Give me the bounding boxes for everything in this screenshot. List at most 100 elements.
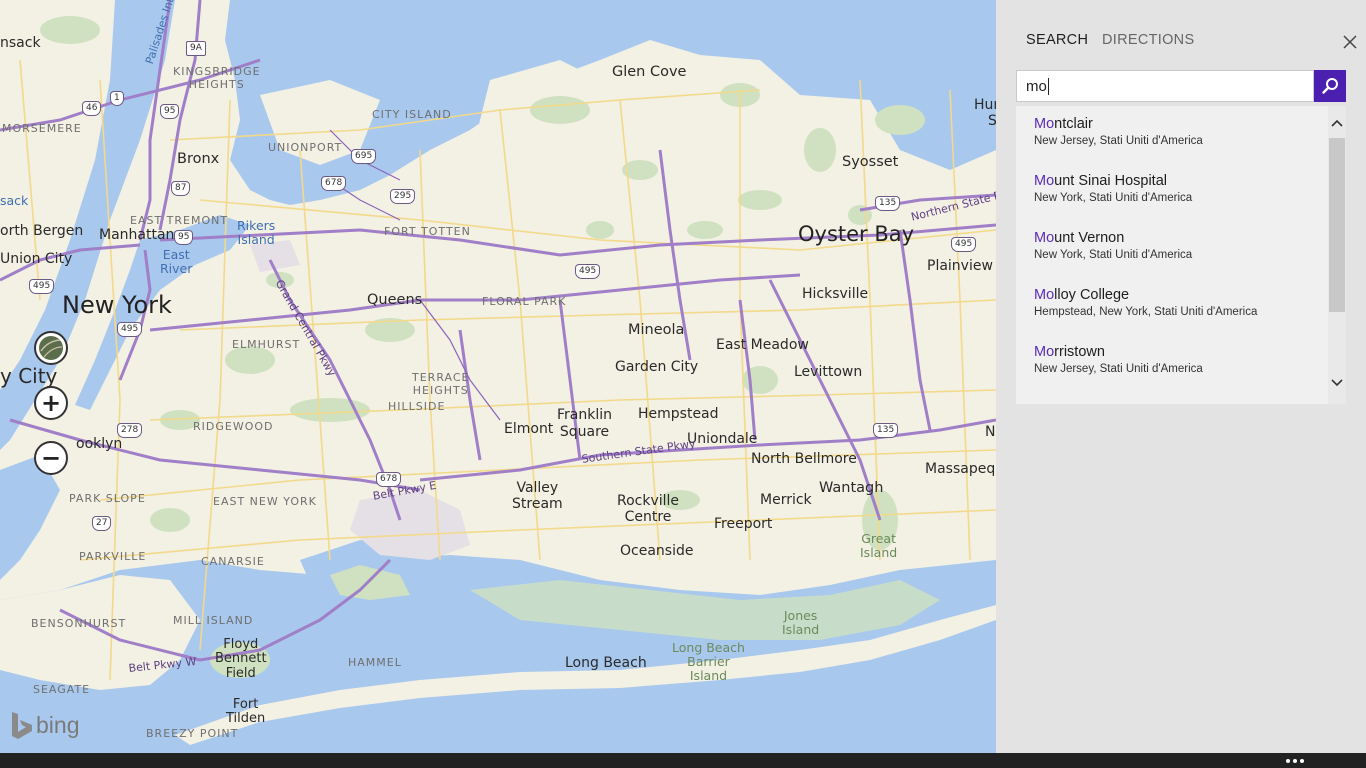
- label-garden-city: Garden City: [615, 359, 699, 375]
- text-caret: [1047, 77, 1049, 95]
- suggestion-name: Mount Sinai Hospital: [1034, 173, 1167, 189]
- label-oceanside: Oceanside: [620, 543, 694, 559]
- suggestion-location: New Jersey, Stati Uniti d'America: [1034, 363, 1203, 375]
- suggestion-item[interactable]: Mount Sinai Hospital New York, Stati Uni…: [1034, 163, 1324, 213]
- label-merrick: Merrick: [760, 492, 812, 508]
- label-glen-cove: Glen Cove: [612, 64, 687, 80]
- more-button[interactable]: [1281, 753, 1309, 768]
- route-shield: 495: [951, 237, 977, 252]
- search-panel: SEARCH DIRECTIONS mo Montclair New Jerse…: [996, 0, 1366, 753]
- suggestion-item[interactable]: Molloy College Hempstead, New York, Stat…: [1034, 277, 1324, 327]
- hood-ridgewood: RIDGEWOOD: [193, 420, 274, 433]
- label-floyd-bennett: Floyd Bennett Field: [215, 637, 267, 681]
- hood-elmhurst: ELMHURST: [232, 338, 301, 351]
- label-plainview: Plainview: [927, 258, 993, 274]
- route-shield: 295: [390, 189, 416, 204]
- suggestion-item[interactable]: Mount Vernon New York, Stati Uniti d'Ame…: [1034, 220, 1324, 270]
- label-valley-stream: Valley Stream: [512, 480, 563, 513]
- hood-terrace-heights: TERRACE HEIGHTS: [412, 371, 470, 398]
- app-bar: [0, 753, 1366, 768]
- label-freeport: Freeport: [714, 516, 773, 532]
- chevron-down-icon[interactable]: [1331, 376, 1343, 388]
- zoom-out-button[interactable]: −: [34, 441, 68, 475]
- suggestion-item[interactable]: Montclair New Jersey, Stati Uniti d'Amer…: [1034, 106, 1324, 156]
- hood-parkville: PARKVILLE: [79, 550, 147, 563]
- hood-bensonhurst: BENSONHURST: [31, 617, 127, 630]
- label-north-bellmore: North Bellmore: [751, 451, 857, 467]
- route-shield: 495: [575, 264, 601, 279]
- scrollbar-thumb[interactable]: [1329, 138, 1345, 312]
- route-shield: 87: [171, 181, 191, 196]
- hood-seagate: SEAGATE: [33, 683, 91, 696]
- label-new-york: New York: [62, 291, 172, 319]
- map-style-button[interactable]: [34, 331, 68, 365]
- water-rikers-island: Rikers Island: [237, 218, 276, 247]
- route-shield: 135: [873, 423, 899, 438]
- label-hun: Hun: [974, 97, 996, 113]
- route-shield: 695: [351, 149, 377, 164]
- label-manhattan: Manhattan: [99, 227, 175, 243]
- label-levittown: Levittown: [794, 364, 863, 380]
- label-long-beach: Long Beach: [565, 655, 647, 671]
- label-nsack: nsack: [0, 35, 41, 51]
- globe-icon: [39, 336, 63, 360]
- label-wantagh: Wantagh: [819, 480, 884, 496]
- route-shield: 135: [875, 196, 901, 211]
- suggestion-name: Mount Vernon: [1034, 230, 1125, 246]
- hood-east-new-york: EAST NEW YORK: [213, 495, 317, 508]
- zoom-in-button[interactable]: +: [34, 386, 68, 420]
- close-button[interactable]: [1336, 28, 1364, 56]
- hood-mill-island: MILL ISLAND: [173, 614, 254, 627]
- suggestion-location: New York, Stati Uniti d'America: [1034, 192, 1193, 204]
- suggestions-list: Montclair New Jersey, Stati Uniti d'Amer…: [1016, 106, 1346, 404]
- hood-morsemere: MORSEMERE: [2, 122, 82, 135]
- suggestion-location: New York, Stati Uniti d'America: [1034, 249, 1193, 261]
- route-shield: 95: [174, 230, 194, 245]
- search-icon: [1322, 78, 1338, 94]
- suggestion-name: Morristown: [1034, 344, 1105, 360]
- search-input-value: mo: [1026, 77, 1047, 95]
- route-shield: 678: [376, 472, 402, 487]
- label-oyster-bay: Oyster Bay: [798, 222, 915, 246]
- suggestion-name: Montclair: [1034, 116, 1093, 132]
- label-uniondale: Uniondale: [687, 431, 758, 447]
- suggestion-location: Hempstead, New York, Stati Uniti d'Ameri…: [1034, 306, 1258, 318]
- suggestion-location: New Jersey, Stati Uniti d'America: [1034, 135, 1203, 147]
- hood-unionport: UNIONPORT: [268, 141, 343, 154]
- suggestion-name: Molloy College: [1034, 287, 1130, 303]
- route-shield: 495: [29, 279, 55, 294]
- label-rockville-centre: Rockville Centre: [617, 493, 680, 526]
- results-scrollbar[interactable]: [1328, 106, 1346, 404]
- water-long-beach-barrier: Long Beach Barrier Island: [672, 640, 745, 683]
- map-canvas[interactable]: New York Oyster Bay Queens Bronx Manhatt…: [0, 0, 996, 753]
- label-massapequa: Massapequ: [925, 461, 996, 477]
- label-n-fragment: N: [985, 424, 996, 440]
- label-union-city: Union City: [0, 251, 73, 267]
- label-hicksville: Hicksville: [802, 286, 869, 302]
- hood-hammel: HAMMEL: [348, 656, 402, 669]
- route-shield: 95: [160, 104, 180, 119]
- label-sack: sack: [0, 193, 29, 208]
- hood-city-island: CITY ISLAND: [372, 108, 452, 121]
- label-east-meadow: East Meadow: [716, 337, 809, 353]
- route-shield: 495: [117, 322, 143, 337]
- bing-wordmark: bing: [36, 711, 80, 738]
- label-franklin-square: Franklin Square: [557, 407, 613, 440]
- tab-directions[interactable]: DIRECTIONS: [1102, 32, 1194, 48]
- route-shield: 1: [110, 91, 124, 106]
- chevron-up-icon[interactable]: [1331, 118, 1343, 130]
- more-icon: [1286, 758, 1304, 763]
- search-input[interactable]: mo: [1016, 70, 1314, 102]
- suggestion-item[interactable]: Morristown New Jersey, Stati Uniti d'Ame…: [1034, 334, 1324, 384]
- tab-search[interactable]: SEARCH: [1026, 32, 1088, 48]
- hood-east-tremont: EAST TREMONT: [130, 214, 229, 227]
- label-fort-tilden: Fort Tilden: [226, 697, 266, 727]
- search-button[interactable]: [1314, 70, 1346, 102]
- bing-logo: bing: [10, 710, 79, 740]
- label-mineola: Mineola: [628, 322, 685, 338]
- hood-hillside: HILLSIDE: [388, 400, 446, 413]
- label-north-bergen: orth Bergen: [0, 223, 84, 239]
- route-shield: 46: [82, 101, 102, 116]
- route-shield: 27: [92, 516, 112, 531]
- label-syosset: Syosset: [842, 154, 899, 170]
